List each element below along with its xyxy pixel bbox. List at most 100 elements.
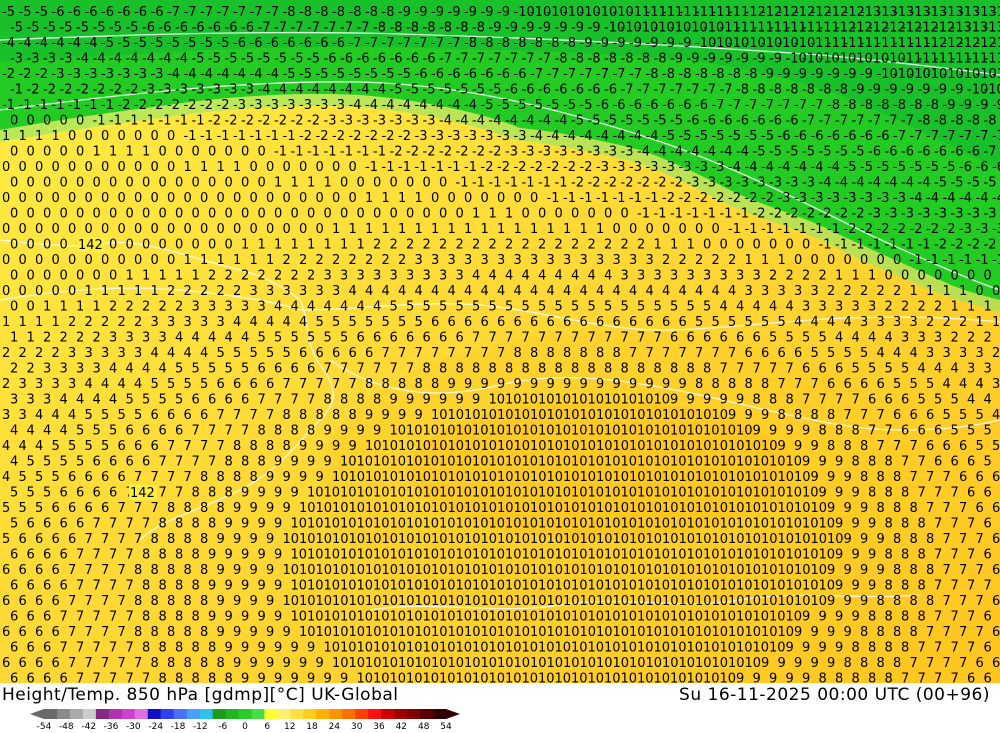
temperature-value: 10 [514, 594, 531, 609]
temperature-value: 2 [926, 315, 934, 330]
temperature-value: 10 [637, 517, 654, 532]
temperature-value: 1 [52, 315, 60, 330]
temperature-value: 8 [175, 641, 183, 656]
temperature-value: 2 [365, 253, 373, 268]
temperature-value: 10 [629, 625, 646, 640]
temperature-value: 7 [85, 594, 93, 609]
temperature-value: -7 [943, 129, 956, 144]
temperature-value: 10 [613, 563, 630, 578]
temperature-value: 0 [967, 269, 975, 284]
temperature-value: 8 [514, 346, 522, 361]
temperature-value: -4 [349, 98, 362, 113]
temperature-value: 5 [200, 377, 208, 392]
temperature-value: 10 [538, 455, 555, 470]
temperature-value: 8 [184, 563, 192, 578]
temperature-value: 5 [316, 315, 324, 330]
temperature-value: 3 [316, 284, 324, 299]
temperature-value: 7 [126, 641, 134, 656]
temperature-value: -5 [753, 145, 766, 160]
temperature-value: 1 [967, 300, 975, 315]
temperature-value: 9 [687, 393, 695, 408]
temperature-value: 7 [151, 470, 159, 485]
temperature-value: -4 [992, 191, 1000, 206]
temperature-value: 10 [406, 672, 423, 684]
temperature-value: -2 [679, 191, 692, 206]
temperature-value: 6 [967, 672, 975, 684]
temperature-value: 10 [720, 579, 737, 594]
temperature-value: 0 [241, 176, 249, 191]
temperature-value: -7 [926, 129, 939, 144]
temperature-value: -5 [27, 21, 40, 36]
temperature-value: 6 [142, 455, 150, 470]
temperature-value: 1 [142, 269, 150, 284]
temperature-value: 0 [753, 238, 761, 253]
temperature-value: 6 [390, 331, 398, 346]
temperature-value: -1 [307, 145, 320, 160]
temperature-value: 8 [423, 362, 431, 377]
temperature-value: -5 [984, 176, 997, 191]
temperature-value: 10 [629, 501, 646, 516]
temperature-value: 9 [811, 625, 819, 640]
temperature-value: 10 [332, 501, 349, 516]
temperature-value: -8 [439, 21, 452, 36]
temperature-value: 1 [274, 176, 282, 191]
temperature-value: -8 [481, 36, 494, 51]
temperature-value: 0 [811, 253, 819, 268]
temperature-value: 10 [563, 625, 580, 640]
temperature-value: 0 [200, 222, 208, 237]
temperature-value: -7 [654, 83, 667, 98]
temperature-value: 3 [184, 315, 192, 330]
temperature-value: 10 [571, 393, 588, 408]
temperature-value: -6 [332, 36, 345, 51]
temperature-value: -6 [868, 145, 881, 160]
temperature-value: 9 [514, 377, 522, 392]
temperature-value: 7 [926, 501, 934, 516]
temperature-value: 9 [299, 439, 307, 454]
temperature-value: 9 [679, 377, 687, 392]
temperature-value: -5 [893, 160, 906, 175]
temperature-value: -2 [118, 98, 131, 113]
temperature-value: 9 [241, 548, 249, 563]
temperature-value: 0 [43, 207, 51, 222]
temperature-value: -6 [736, 114, 749, 129]
temperature-value: 10 [695, 656, 712, 671]
temperature-value: 4 [992, 408, 1000, 423]
temperature-value: 10 [382, 470, 399, 485]
temperature-value: 7 [134, 501, 142, 516]
temperature-value: -9 [588, 21, 601, 36]
temperature-value: 8 [778, 408, 786, 423]
temperature-value: -6 [679, 98, 692, 113]
temperature-value: 10 [406, 641, 423, 656]
temperature-value: 10 [415, 625, 432, 640]
temperature-value: 10 [728, 656, 745, 671]
temperature-value: 3 [225, 300, 233, 315]
temperature-value: 5 [250, 346, 258, 361]
temperature-value: -4 [794, 160, 807, 175]
temperature-value: 7 [225, 424, 233, 439]
temperature-value: -1 [340, 145, 353, 160]
temperature-value: 4 [357, 300, 365, 315]
temperature-value: 10 [497, 656, 514, 671]
temperature-value: 3 [456, 269, 464, 284]
temperature-value: 0 [19, 160, 27, 175]
temperature-value: -1 [175, 114, 188, 129]
temperature-value: 8 [357, 393, 365, 408]
temperature-value: 10 [646, 408, 663, 423]
temperature-value: 7 [126, 610, 134, 625]
temperature-value: 10 [497, 501, 514, 516]
temperature-value: 3 [703, 269, 711, 284]
temperature-value: 10 [563, 563, 580, 578]
temperature-value: -4 [687, 145, 700, 160]
temperature-value: 10 [456, 424, 473, 439]
temperature-value: 7 [877, 439, 885, 454]
temperature-value: 1 [233, 253, 241, 268]
temperature-value: 10 [670, 610, 687, 625]
temperature-value: 10 [423, 517, 440, 532]
temperature-value: 0 [76, 114, 84, 129]
temperature-value: 6 [992, 470, 1000, 485]
temperature-value: 10 [505, 610, 522, 625]
temperature-value: 3 [959, 346, 967, 361]
temperature-value: 10 [464, 563, 481, 578]
legend-swatch [420, 709, 434, 719]
temperature-value: -4 [398, 98, 411, 113]
